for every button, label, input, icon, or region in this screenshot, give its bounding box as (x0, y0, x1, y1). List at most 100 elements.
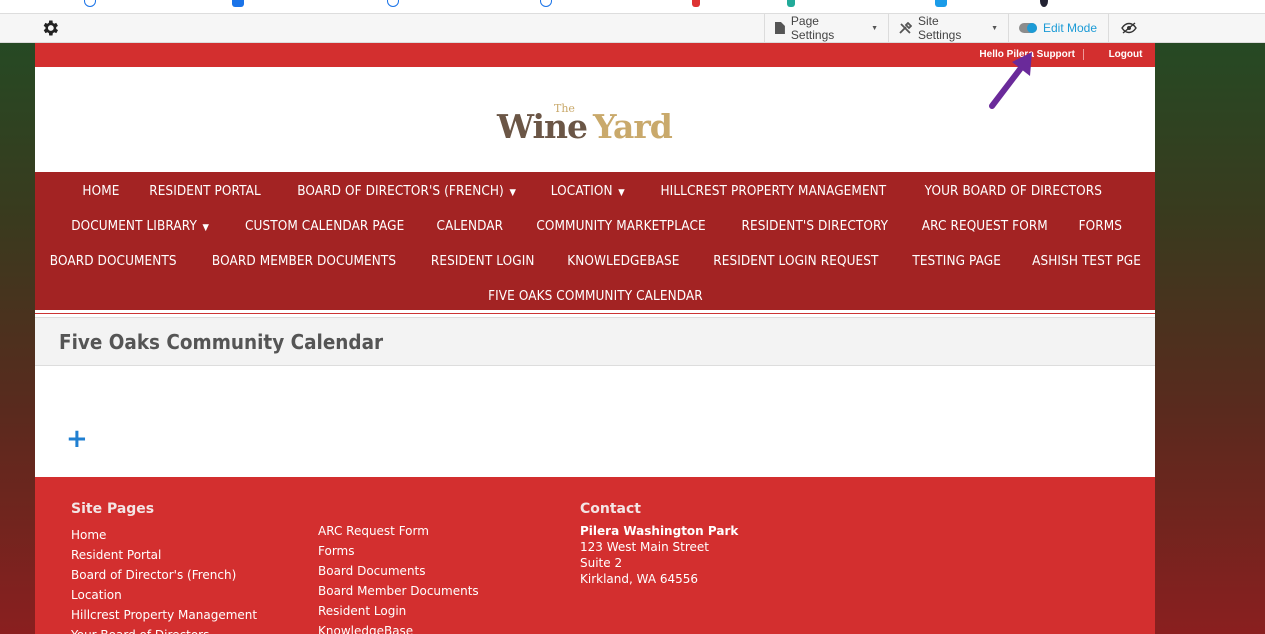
bookmark-icon[interactable] (540, 0, 552, 7)
bookmark-icon[interactable] (84, 0, 96, 7)
footer-links-column-1: Home Resident Portal Board of Director's… (71, 525, 257, 634)
nav-item-arc-request-form[interactable]: ARC REQUEST FORM (911, 219, 1059, 234)
footer-link[interactable]: Resident Login (318, 601, 479, 621)
logout-link[interactable]: Logout (1096, 49, 1155, 60)
toggle-switch-icon[interactable] (1019, 23, 1037, 33)
nav-item-label: CALENDAR (436, 219, 504, 234)
footer-links-column-2: ARC Request Form Forms Board Documents B… (318, 521, 479, 634)
footer-link[interactable]: Board Documents (318, 561, 479, 581)
nav-item-label: HILLCREST PROPERTY MANAGEMENT (660, 184, 886, 199)
nav-item-document-library[interactable]: DOCUMENT LIBRARY ▼ (60, 219, 220, 234)
footer-site-pages-heading: Site Pages (71, 501, 155, 517)
caret-down-icon: ▼ (618, 188, 625, 198)
nav-item-custom-calendar-page[interactable]: CUSTOM CALENDAR PAGE (233, 219, 415, 234)
bookmark-icon[interactable] (1040, 0, 1048, 7)
browser-bookmarks-bar (0, 0, 1265, 14)
footer-contact-heading: Contact (580, 501, 641, 517)
footer-link[interactable]: Location (71, 585, 257, 605)
footer-link[interactable]: Forms (318, 541, 479, 561)
footer-link[interactable]: KnowledgeBase (318, 621, 479, 634)
caret-down-icon: ▼ (991, 24, 998, 32)
footer-link[interactable]: Home (71, 525, 257, 545)
nav-item-label: YOUR BOARD OF DIRECTORS (925, 184, 1103, 199)
contact-suite: Suite 2 (580, 556, 623, 570)
nav-item-label: LOCATION (550, 184, 613, 199)
caret-down-icon: ▼ (202, 223, 210, 233)
nav-item-resident-login[interactable]: RESIDENT LOGIN (420, 254, 546, 269)
site-container: Hello Pilera Support Logout The Wine Yar… (35, 43, 1155, 634)
bookmark-icon[interactable] (787, 0, 795, 7)
footer-link[interactable]: Resident Portal (71, 545, 257, 565)
footer-link[interactable]: Board of Director's (French) (71, 565, 257, 585)
contact-name: Pilera Washington Park (580, 524, 739, 538)
eye-slash-icon (1120, 22, 1137, 34)
add-module-button[interactable]: + (66, 426, 88, 452)
site-footer: Site Pages Home Resident Portal Board of… (35, 477, 1155, 634)
tools-icon (899, 21, 912, 34)
footer-link[interactable]: Board Member Documents (318, 581, 479, 601)
nav-item-forms[interactable]: FORMS (1067, 219, 1133, 234)
site-logo[interactable]: The Wine Yard (497, 99, 697, 147)
nav-item-label: CUSTOM CALENDAR PAGE (244, 219, 404, 234)
nav-item-label: DOCUMENT LIBRARY (71, 219, 198, 234)
nav-item-label: TESTING PAGE (912, 254, 1001, 269)
page-icon (775, 22, 785, 34)
hide-toolbar-button[interactable] (1108, 14, 1148, 42)
bookmark-icon[interactable] (232, 0, 244, 7)
bookmark-icon[interactable] (692, 0, 700, 7)
nav-item-label: RESIDENT LOGIN (431, 254, 535, 269)
nav-row: DOCUMENT LIBRARY ▼ CUSTOM CALENDAR PAGE C… (35, 209, 1155, 244)
page-settings-label: Page Settings (790, 14, 835, 42)
page-title: Five Oaks Community Calendar (59, 330, 384, 354)
nav-item-home[interactable]: HOME (71, 184, 130, 199)
main-navigation: HOME RESIDENT PORTAL BOARD OF DIRECTOR'S… (35, 172, 1155, 313)
nav-item-label: ARC REQUEST FORM (922, 219, 1049, 234)
annotation-arrow-icon (989, 52, 1032, 109)
contact-city: Kirkland, WA 64556 (580, 572, 699, 586)
bookmark-icon[interactable] (935, 0, 947, 7)
nav-item-label: HOME (82, 184, 120, 199)
nav-item-label: FORMS (1078, 219, 1123, 234)
contact-street: 123 West Main Street (580, 540, 709, 554)
footer-link[interactable]: Your Board of Directors (71, 625, 257, 634)
nav-item-resident-portal[interactable]: RESIDENT PORTAL (138, 184, 272, 199)
nav-item-your-board-of-directors[interactable]: YOUR BOARD OF DIRECTORS (914, 184, 1114, 199)
nav-item-ashish-test-pge[interactable]: ASHISH TEST PGE (1021, 254, 1152, 269)
bookmark-icon[interactable] (387, 0, 399, 7)
nav-item-resident-login-request[interactable]: RESIDENT LOGIN REQUEST (702, 254, 890, 269)
site-settings-label: Site Settings (917, 14, 962, 42)
nav-item-testing-page[interactable]: TESTING PAGE (901, 254, 1012, 269)
footer-link[interactable]: Hillcrest Property Management (71, 605, 257, 625)
nav-item-label: RESIDENT'S DIRECTORY (741, 219, 888, 234)
site-settings-menu[interactable]: Site Settings ▼ (888, 14, 1008, 42)
edit-mode-toggle[interactable]: Edit Mode (1008, 14, 1108, 42)
nav-row: HOME RESIDENT PORTAL BOARD OF DIRECTOR'S… (35, 174, 1155, 209)
page-settings-menu[interactable]: Page Settings ▼ (764, 14, 888, 42)
nav-item-label: FIVE OAKS COMMUNITY CALENDAR (487, 289, 703, 304)
gear-icon[interactable] (40, 18, 60, 38)
nav-row: FIVE OAKS COMMUNITY CALENDAR (35, 279, 1155, 314)
nav-row: BOARD DOCUMENTS BOARD MEMBER DOCUMENTS R… (35, 244, 1155, 279)
nav-item-board-of-directors-french[interactable]: BOARD OF DIRECTOR'S (FRENCH) ▼ (286, 184, 527, 199)
nav-item-community-marketplace[interactable]: COMMUNITY MARKETPLACE (525, 219, 717, 234)
footer-link[interactable]: ARC Request Form (318, 521, 479, 541)
nav-item-label: BOARD OF DIRECTOR'S (FRENCH) (297, 184, 504, 199)
admin-toolbar: Page Settings ▼ Site Settings ▼ Edit Mod… (0, 14, 1265, 43)
nav-item-residents-directory[interactable]: RESIDENT'S DIRECTORY (730, 219, 899, 234)
nav-item-board-documents[interactable]: BOARD DOCUMENTS (38, 254, 187, 269)
nav-item-board-member-documents[interactable]: BOARD MEMBER DOCUMENTS (201, 254, 408, 269)
logo-yard: Yard (593, 107, 673, 146)
logo-wine: Wine (497, 107, 588, 146)
caret-down-icon: ▼ (871, 24, 878, 32)
nav-item-label: BOARD DOCUMENTS (49, 254, 177, 269)
nav-item-hillcrest-property-management[interactable]: HILLCREST PROPERTY MANAGEMENT (649, 184, 897, 199)
nav-item-label: RESIDENT LOGIN REQUEST (713, 254, 879, 269)
nav-item-label: KNOWLEDGEBASE (566, 254, 680, 269)
nav-item-location[interactable]: LOCATION ▼ (540, 184, 636, 199)
nav-item-label: ASHISH TEST PGE (1032, 254, 1142, 269)
nav-item-five-oaks-community-calendar[interactable]: FIVE OAKS COMMUNITY CALENDAR (476, 289, 713, 304)
nav-item-label: BOARD MEMBER DOCUMENTS (212, 254, 397, 269)
nav-item-calendar[interactable]: CALENDAR (425, 219, 514, 234)
nav-item-knowledgebase[interactable]: KNOWLEDGEBASE (556, 254, 691, 269)
footer-contact-block: Pilera Washington Park 123 West Main Str… (580, 523, 738, 587)
